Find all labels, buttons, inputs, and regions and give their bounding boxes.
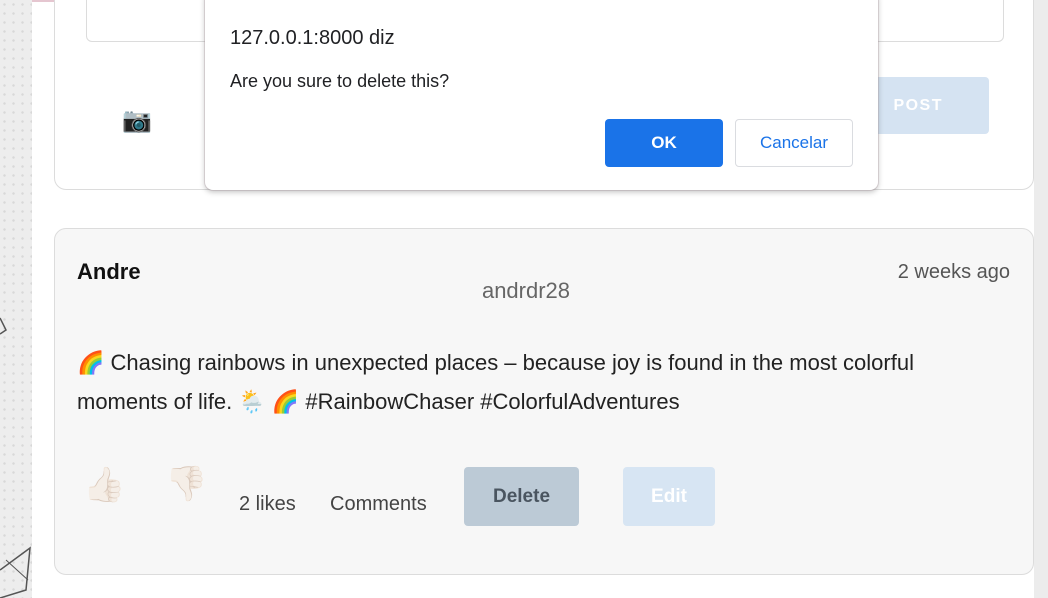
paper-plane-decoration [0,317,31,598]
post-card: Andre andrdr28 2 weeks ago 🌈 Chasing rai… [54,228,1034,575]
post-username: andrdr28 [481,278,571,303]
likes-count: 2 likes [239,493,296,515]
cancel-button[interactable]: Cancelar [735,119,853,167]
thumbs-up-icon[interactable]: 👍🏻 [83,468,125,502]
post-content: 🌈 Chasing rainbows in unexpected places … [77,350,914,414]
thumbs-down-icon[interactable]: 👎🏻 [165,467,207,501]
edit-button[interactable]: Edit [623,467,715,526]
dialog-origin: 127.0.0.1:8000 diz [230,27,395,49]
post-timestamp: 2 weeks ago [897,261,1010,283]
ok-button[interactable]: OK [605,119,723,167]
comments-link[interactable]: Comments [330,493,427,516]
dialog-message: Are you sure to delete this? [230,71,450,91]
delete-button[interactable]: Delete [464,467,579,526]
background-left-strip [0,0,32,598]
camera-icon[interactable]: 📷 [122,109,152,133]
background-right-strip [1034,0,1048,598]
confirm-dialog: 127.0.0.1:8000 diz Are you sure to delet… [205,0,878,190]
